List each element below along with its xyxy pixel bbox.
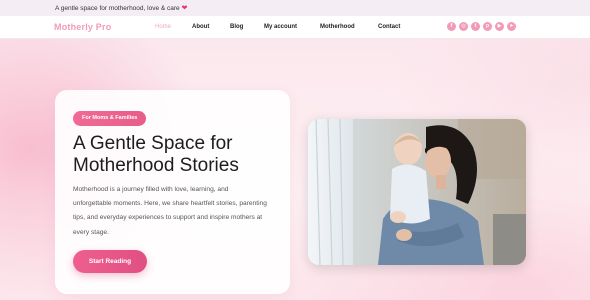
nav-link-my-account[interactable]: My account bbox=[264, 24, 297, 30]
top-announcement-bar: A gentle space for motherhood, love & ca… bbox=[0, 0, 590, 16]
nav-link-about[interactable]: About bbox=[192, 24, 209, 30]
facebook-icon[interactable]: f bbox=[447, 22, 456, 31]
pinterest-icon[interactable]: p bbox=[483, 22, 492, 31]
tagline-text: A gentle space for motherhood, love & ca… bbox=[55, 4, 180, 12]
nav-link-motherhood[interactable]: Motherhood bbox=[320, 24, 355, 30]
start-reading-button[interactable]: Start Reading bbox=[73, 250, 147, 273]
audience-badge: For Moms & Families bbox=[73, 111, 147, 126]
hero-title: A Gentle Space for Motherhood Stories bbox=[73, 133, 239, 176]
instagram-icon[interactable]: ◎ bbox=[459, 22, 468, 31]
nav-link-contact[interactable]: Contact bbox=[378, 24, 400, 30]
hero-description: Motherhood is a journey filled with love… bbox=[73, 186, 267, 236]
twitter-icon[interactable]: t bbox=[471, 22, 480, 31]
heart-icon: ❤ bbox=[181, 5, 188, 12]
main-navbar: Motherly Pro Home About Blog My account … bbox=[0, 16, 590, 39]
nav-link-blog[interactable]: Blog bbox=[230, 24, 243, 30]
youtube-icon[interactable]: ▶ bbox=[495, 22, 504, 31]
telegram-icon[interactable]: ➤ bbox=[507, 22, 516, 31]
site-logo[interactable]: Motherly Pro bbox=[54, 22, 111, 32]
mother-baby-illustration bbox=[308, 119, 526, 265]
nav-link-home[interactable]: Home bbox=[155, 24, 171, 30]
hero-photo-mother-and-baby bbox=[308, 119, 526, 265]
social-links: f ◎ t p ▶ ➤ bbox=[447, 22, 516, 31]
